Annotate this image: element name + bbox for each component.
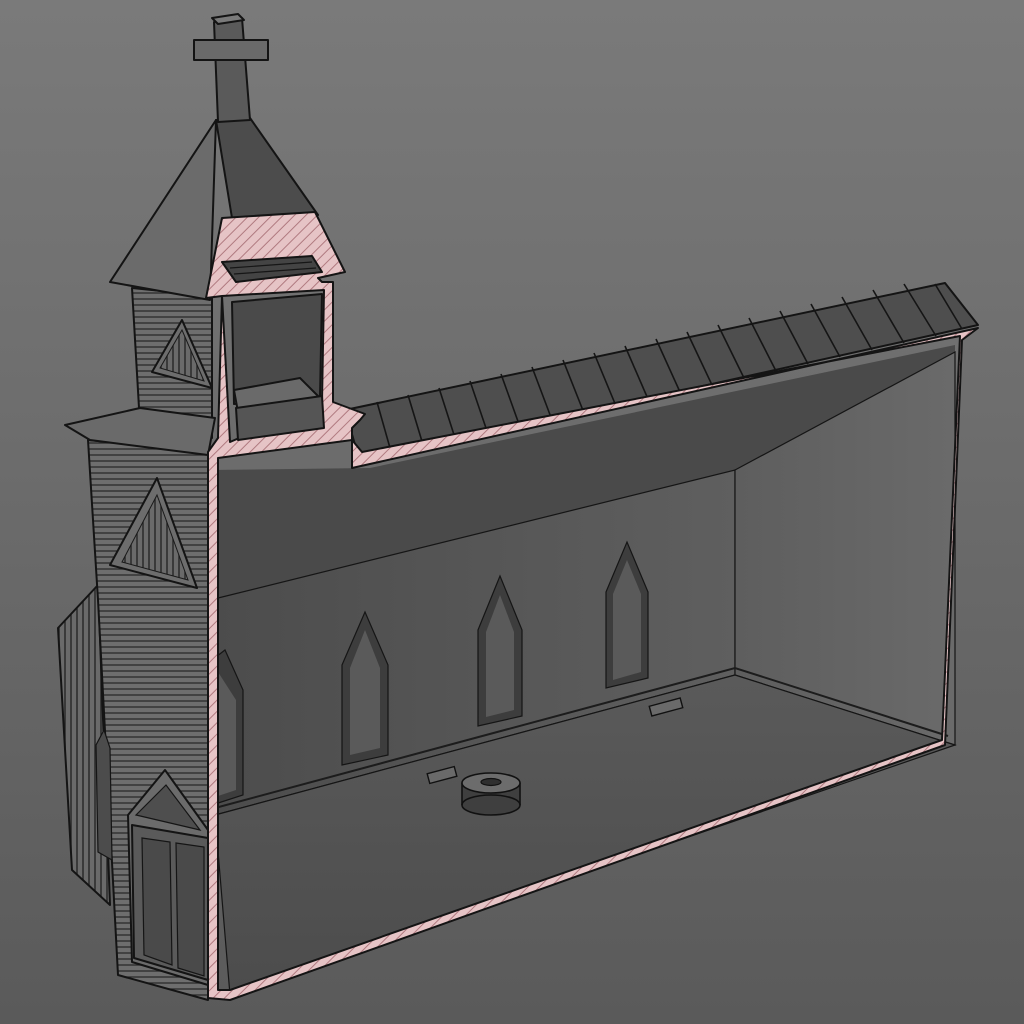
viewport-canvas[interactable]: [0, 0, 1024, 1024]
cross-icon[interactable]: [193, 13, 269, 123]
cylinder-part[interactable]: [461, 772, 521, 816]
church-section-model[interactable]: [0, 0, 1024, 1024]
spire-roof-left[interactable]: [109, 119, 217, 301]
tower-side-window[interactable]: [95, 728, 113, 862]
spire-roof-right[interactable]: [215, 117, 319, 219]
